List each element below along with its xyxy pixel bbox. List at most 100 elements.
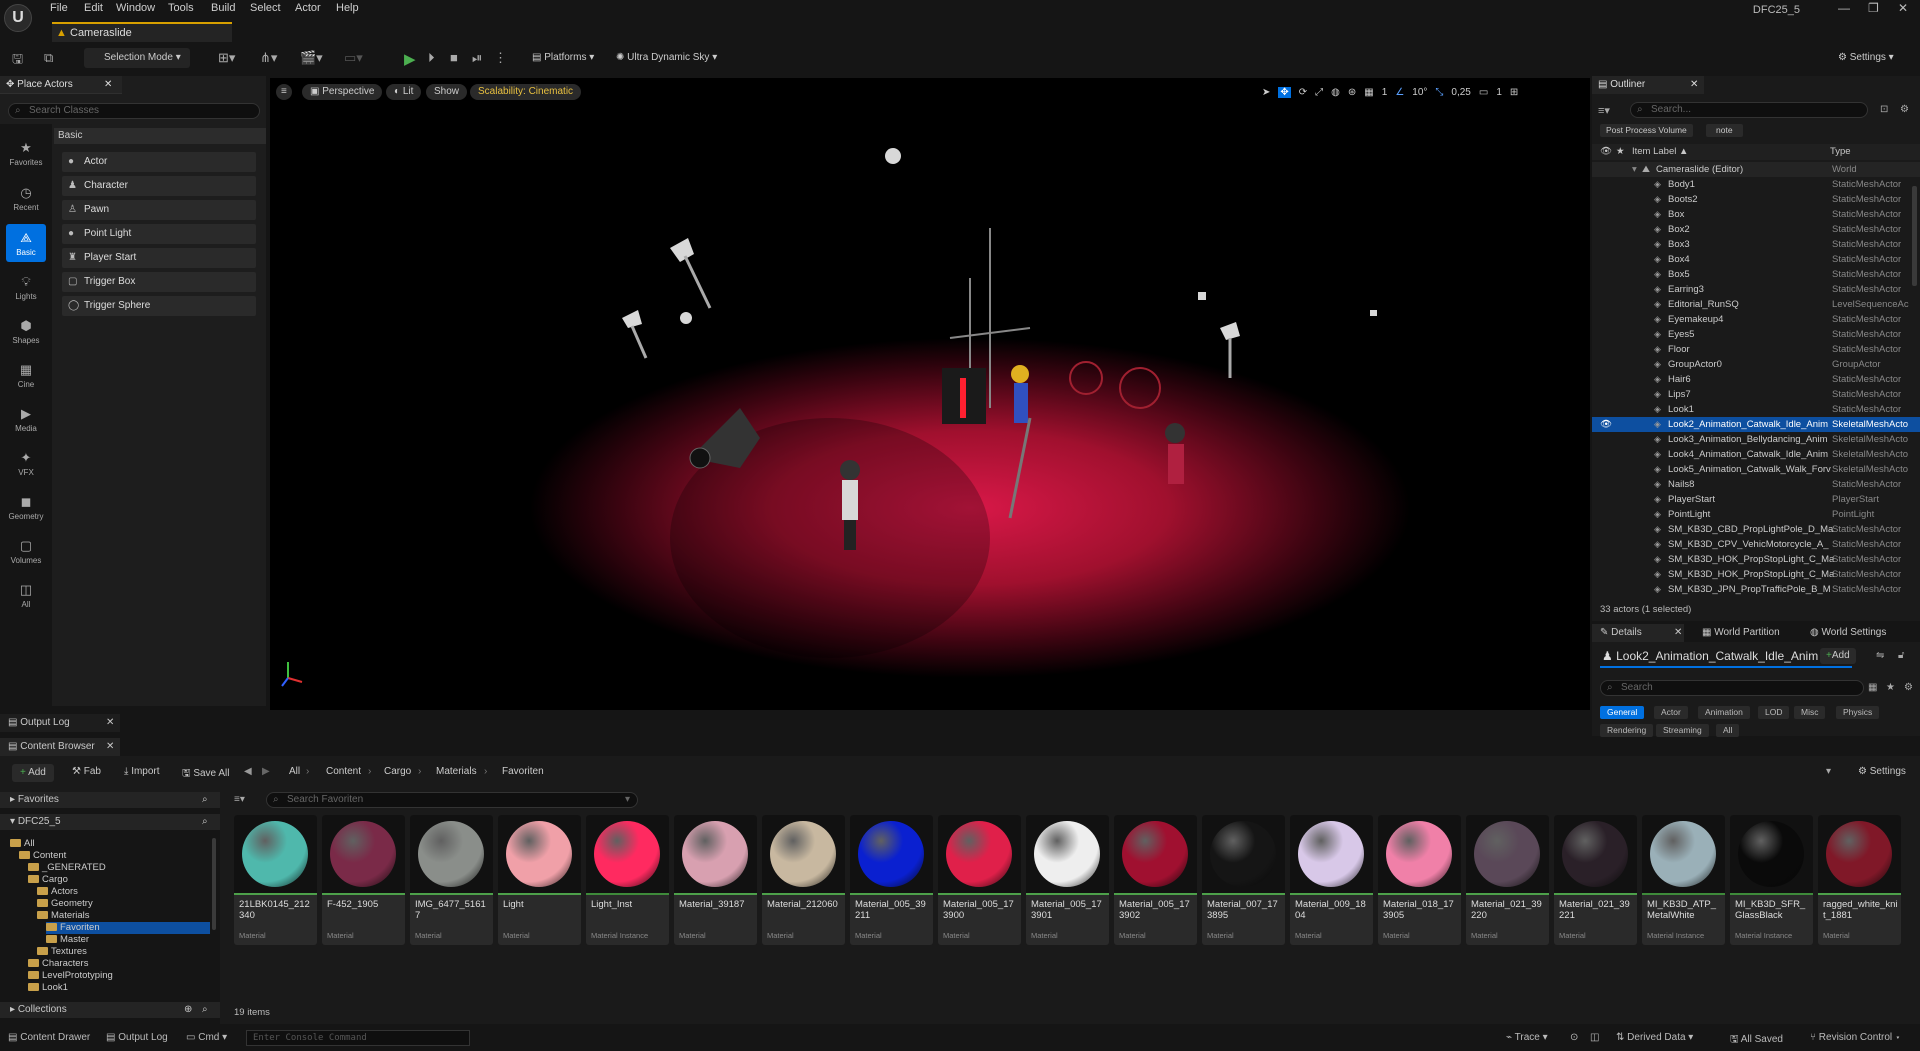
restore-icon[interactable]: ❐ <box>1868 1 1879 15</box>
sky-button[interactable]: ✺ Ultra Dynamic Sky ▾ <box>610 48 723 68</box>
launch-icon[interactable]: ⏯ <box>472 50 482 66</box>
forward-icon[interactable]: ▶ <box>262 766 270 777</box>
filter-physics[interactable]: Physics <box>1836 706 1880 719</box>
more-options-icon[interactable]: ⋮ <box>494 50 507 66</box>
actor-item-trigger-box[interactable]: ▢ Trigger Box <box>62 272 256 292</box>
asset-tile[interactable]: F-452_1905 Material <box>322 815 405 945</box>
outliner-row[interactable]: ◈ Box2 StaticMeshActor <box>1592 222 1920 237</box>
asset-tile[interactable]: Material_007_173895 Material <box>1202 815 1285 945</box>
lit-button[interactable]: ◐ Lit <box>386 84 422 100</box>
filter-streaming[interactable]: Streaming <box>1656 724 1709 737</box>
cinematics-icon[interactable]: 🎬▾ <box>300 50 323 66</box>
outliner-row[interactable]: ◈ Lips7 StaticMeshActor <box>1592 387 1920 402</box>
outliner-row[interactable]: ◈ Editorial_RunSQ LevelSequenceAc <box>1592 297 1920 312</box>
add-folder-icon[interactable]: ⊡ <box>1880 104 1888 115</box>
outliner-row[interactable]: ◈ Box3 StaticMeshActor <box>1592 237 1920 252</box>
derived-data-button[interactable]: ⇅ Derived Data ▾ <box>1616 1032 1693 1043</box>
category-shapes[interactable]: ⬢ Shapes <box>6 318 46 345</box>
outliner-row[interactable]: ◈ Look4_Animation_Catwalk_Idle_Anim Skelet… <box>1592 447 1920 462</box>
category-basic[interactable]: ⟁ Basic <box>6 224 46 262</box>
menu-actor[interactable]: Actor <box>295 2 321 14</box>
details-add-button[interactable]: +Add <box>1820 648 1856 664</box>
save-icon[interactable]: 🖫 <box>12 50 23 72</box>
tree-folder-master[interactable]: Master <box>46 934 89 946</box>
outliner-row[interactable]: ◈ Hair6 StaticMeshActor <box>1592 372 1920 387</box>
tree-folder-favoriten[interactable]: Favoriten <box>46 922 210 934</box>
rotate-icon[interactable]: ⟳ <box>1299 87 1307 98</box>
search-icon[interactable]: ⌕ <box>202 792 208 808</box>
asset-tile[interactable]: Material_39187 Material <box>674 815 757 945</box>
scale-icon[interactable]: ⤢ <box>1315 87 1323 98</box>
close-icon[interactable]: ✕ <box>106 714 114 732</box>
filter-chip-post-process[interactable]: Post Process Volume <box>1600 124 1693 137</box>
console-input[interactable]: Enter Console Command <box>246 1030 470 1046</box>
type-header[interactable]: Type <box>1830 144 1851 160</box>
tab-place-actors[interactable]: ✥ Place Actors ✕ <box>0 76 122 94</box>
select-icon[interactable]: ➤ <box>1262 87 1270 98</box>
collections-header[interactable]: ▸ Collections ⊕ ⌕ <box>0 1002 220 1018</box>
filter-icon[interactable]: ≡▾ <box>234 794 245 805</box>
grid-icon[interactable]: ▦ <box>1364 87 1373 98</box>
category-lights[interactable]: 💡︎ Lights <box>6 274 46 301</box>
tree-folder-geometry[interactable]: Geometry <box>37 898 93 910</box>
category-vfx[interactable]: ✦ VFX <box>6 450 46 477</box>
chevron-down-icon[interactable]: ▾ <box>625 793 630 807</box>
asset-tile[interactable]: Material_009_1804 Material <box>1290 815 1373 945</box>
close-icon[interactable]: ✕ <box>104 76 112 94</box>
outliner-row[interactable]: ◈ Body1 StaticMeshActor <box>1592 177 1920 192</box>
asset-tile[interactable]: IMG_6477_51617 Material <box>410 815 493 945</box>
gear-icon[interactable]: ⚙ <box>1904 682 1913 693</box>
trace-button[interactable]: ⌁ Trace ▾ <box>1506 1032 1548 1043</box>
eye-icon[interactable]: 👁︎ <box>1600 417 1612 432</box>
asset-tile[interactable]: Material_021_39220 Material <box>1466 815 1549 945</box>
favorites-header[interactable]: ▸ Favorites ⌕ <box>0 792 220 808</box>
outliner-row[interactable]: ◈ PointLight PointLight <box>1592 507 1920 522</box>
tree-scrollbar[interactable] <box>212 838 216 930</box>
menu-file[interactable]: File <box>50 2 68 14</box>
asset-tile[interactable]: MI_KB3D_SFR_GlassBlack Material Instance <box>1730 815 1813 945</box>
step-icon[interactable]: ⏵ <box>428 50 435 66</box>
outliner-row[interactable]: ◈ SM_KB3D_CBD_PropLightPole_D_Ma StaticMes… <box>1592 522 1920 537</box>
minimize-icon[interactable]: — <box>1838 1 1850 15</box>
scale-snap-icon[interactable]: ⤡ <box>1435 87 1443 98</box>
asset-tile[interactable]: 21LBK0145_212340 Material <box>234 815 317 945</box>
modes-icon[interactable]: ▭▾ <box>344 50 363 66</box>
tree-folder-textures[interactable]: Textures <box>37 946 87 958</box>
record-icon[interactable]: ⊙ <box>1570 1032 1578 1043</box>
outliner-row[interactable]: ◈ Floor StaticMeshActor <box>1592 342 1920 357</box>
menu-window[interactable]: Window <box>116 2 155 14</box>
outliner-row[interactable]: ◈ Look1 StaticMeshActor <box>1592 402 1920 417</box>
search-classes-input[interactable]: ⌕ Search Classes <box>8 103 260 119</box>
breadcrumb-cargo[interactable]: Cargo <box>384 766 411 777</box>
asset-tile[interactable]: Light Material <box>498 815 581 945</box>
settings-button[interactable]: ⚙ Settings ▾ <box>1832 48 1900 68</box>
actor-item-trigger-sphere[interactable]: ◯ Trigger Sphere <box>62 296 256 316</box>
outliner-row[interactable]: ◈ Nails8 StaticMeshActor <box>1592 477 1920 492</box>
category-all[interactable]: ◫ All <box>6 582 46 609</box>
filter-general[interactable]: General <box>1600 706 1645 719</box>
add-actor-icon[interactable]: ⊞▾ <box>218 50 235 66</box>
category-cine[interactable]: ▦ Cine <box>6 362 46 389</box>
category-media[interactable]: ▶︎ Media <box>6 406 46 433</box>
outliner-row[interactable]: ◈ SM_KB3D_HOK_PropStopLight_C_Ma StaticMes… <box>1592 552 1920 567</box>
outliner-row[interactable]: ◈ Box5 StaticMeshActor <box>1592 267 1920 282</box>
menu-tools[interactable]: Tools <box>168 2 194 14</box>
content-search-input[interactable]: ⌕ Search Favoriten ▾ <box>266 792 638 808</box>
tree-folder-characters[interactable]: Characters <box>28 958 88 970</box>
tree-folder-actors[interactable]: Actors <box>37 886 78 898</box>
actor-item-pawn[interactable]: ♙ Pawn <box>62 200 256 220</box>
filter-animation[interactable]: Animation <box>1698 706 1750 719</box>
camera-speed-icon[interactable]: ▭ <box>1479 87 1488 98</box>
output-log-button[interactable]: ▤ Output Log <box>106 1032 168 1043</box>
perspective-button[interactable]: ▣ Perspective <box>302 84 383 100</box>
back-icon[interactable]: ◀ <box>244 766 252 777</box>
close-icon[interactable]: ✕ <box>1898 1 1908 15</box>
add-collection-icon[interactable]: ⊕ <box>184 1002 192 1018</box>
blueprint-icon[interactable]: ⋔▾ <box>260 50 277 66</box>
world-icon[interactable]: ◍ <box>1331 87 1340 98</box>
layout-icon[interactable]: ⊞ <box>1510 87 1518 98</box>
tab-output-log[interactable]: ▤ Output Log ✕ <box>0 714 120 732</box>
star-icon[interactable]: ★ <box>1886 682 1895 693</box>
chevron-down-icon[interactable]: ▾ <box>1826 766 1831 777</box>
asset-tile[interactable]: Material_212060 Material <box>762 815 845 945</box>
